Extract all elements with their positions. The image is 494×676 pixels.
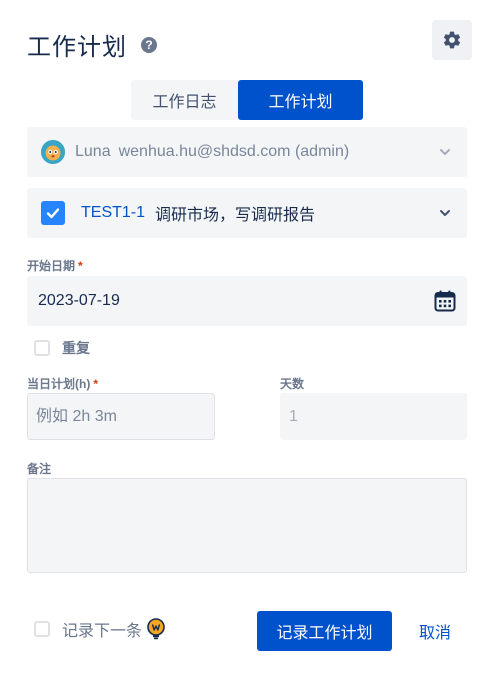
start-date-value: 2023-07-19 [38, 292, 120, 309]
record-next-label: 记录下一条 [62, 623, 143, 640]
cancel-button[interactable]: 取消 [406, 611, 464, 651]
chevron-down-icon [440, 210, 450, 216]
user-select[interactable]: Luna wenhua.hu@shdsd.com (admin) [27, 127, 467, 177]
lightbulb-icon[interactable] [146, 618, 166, 640]
record-next-toggle[interactable]: 记录下一条 [34, 617, 166, 641]
daily-hours-input[interactable] [27, 393, 215, 440]
chevron-down-icon [440, 149, 450, 155]
tab-work-plan[interactable]: 工作计划 [238, 80, 363, 120]
user-name: Luna [75, 143, 111, 160]
task-key: TEST1-1 [81, 204, 146, 221]
repeat-toggle[interactable]: 重复 [34, 338, 90, 358]
record-next-checkbox[interactable] [34, 621, 50, 637]
repeat-label: 重复 [62, 340, 90, 356]
user-email: wenhua.hu@shdsd.com (admin) [118, 143, 350, 160]
calendar-icon[interactable] [433, 289, 457, 313]
page-title: 工作计划 [27, 34, 127, 61]
task-summary: 调研市场，写调研报告 [155, 207, 316, 224]
task-checkbox[interactable] [41, 201, 65, 225]
task-select[interactable]: TEST1-1 调研市场，写调研报告 [27, 188, 467, 238]
notes-textarea[interactable] [27, 478, 467, 573]
submit-plan-button[interactable]: 记录工作计划 [257, 611, 392, 651]
daily-hours-label-text: 当日计划(h) [27, 377, 91, 391]
start-date-label: 开始日期 * [27, 257, 83, 274]
tab-work-log[interactable]: 工作日志 [131, 80, 238, 120]
avatar [41, 140, 65, 164]
daily-hours-label: 当日计划(h) * [27, 375, 98, 392]
notes-label: 备注 [27, 462, 52, 476]
avatar-image [41, 140, 65, 164]
settings-button[interactable] [432, 20, 472, 60]
start-date-label-text: 开始日期 [27, 259, 76, 273]
required-mark: * [78, 259, 83, 273]
days-field[interactable]: 1 [280, 393, 467, 440]
start-date-field[interactable]: 2023-07-19 [27, 276, 467, 326]
check-icon [46, 208, 60, 219]
days-value: 1 [289, 407, 298, 425]
gear-icon [443, 31, 461, 49]
repeat-checkbox[interactable] [34, 340, 50, 356]
days-label: 天数 [280, 377, 305, 391]
help-icon[interactable]: ? [141, 37, 157, 53]
view-tabs: 工作日志 工作计划 [131, 80, 363, 120]
required-mark: * [93, 377, 98, 391]
